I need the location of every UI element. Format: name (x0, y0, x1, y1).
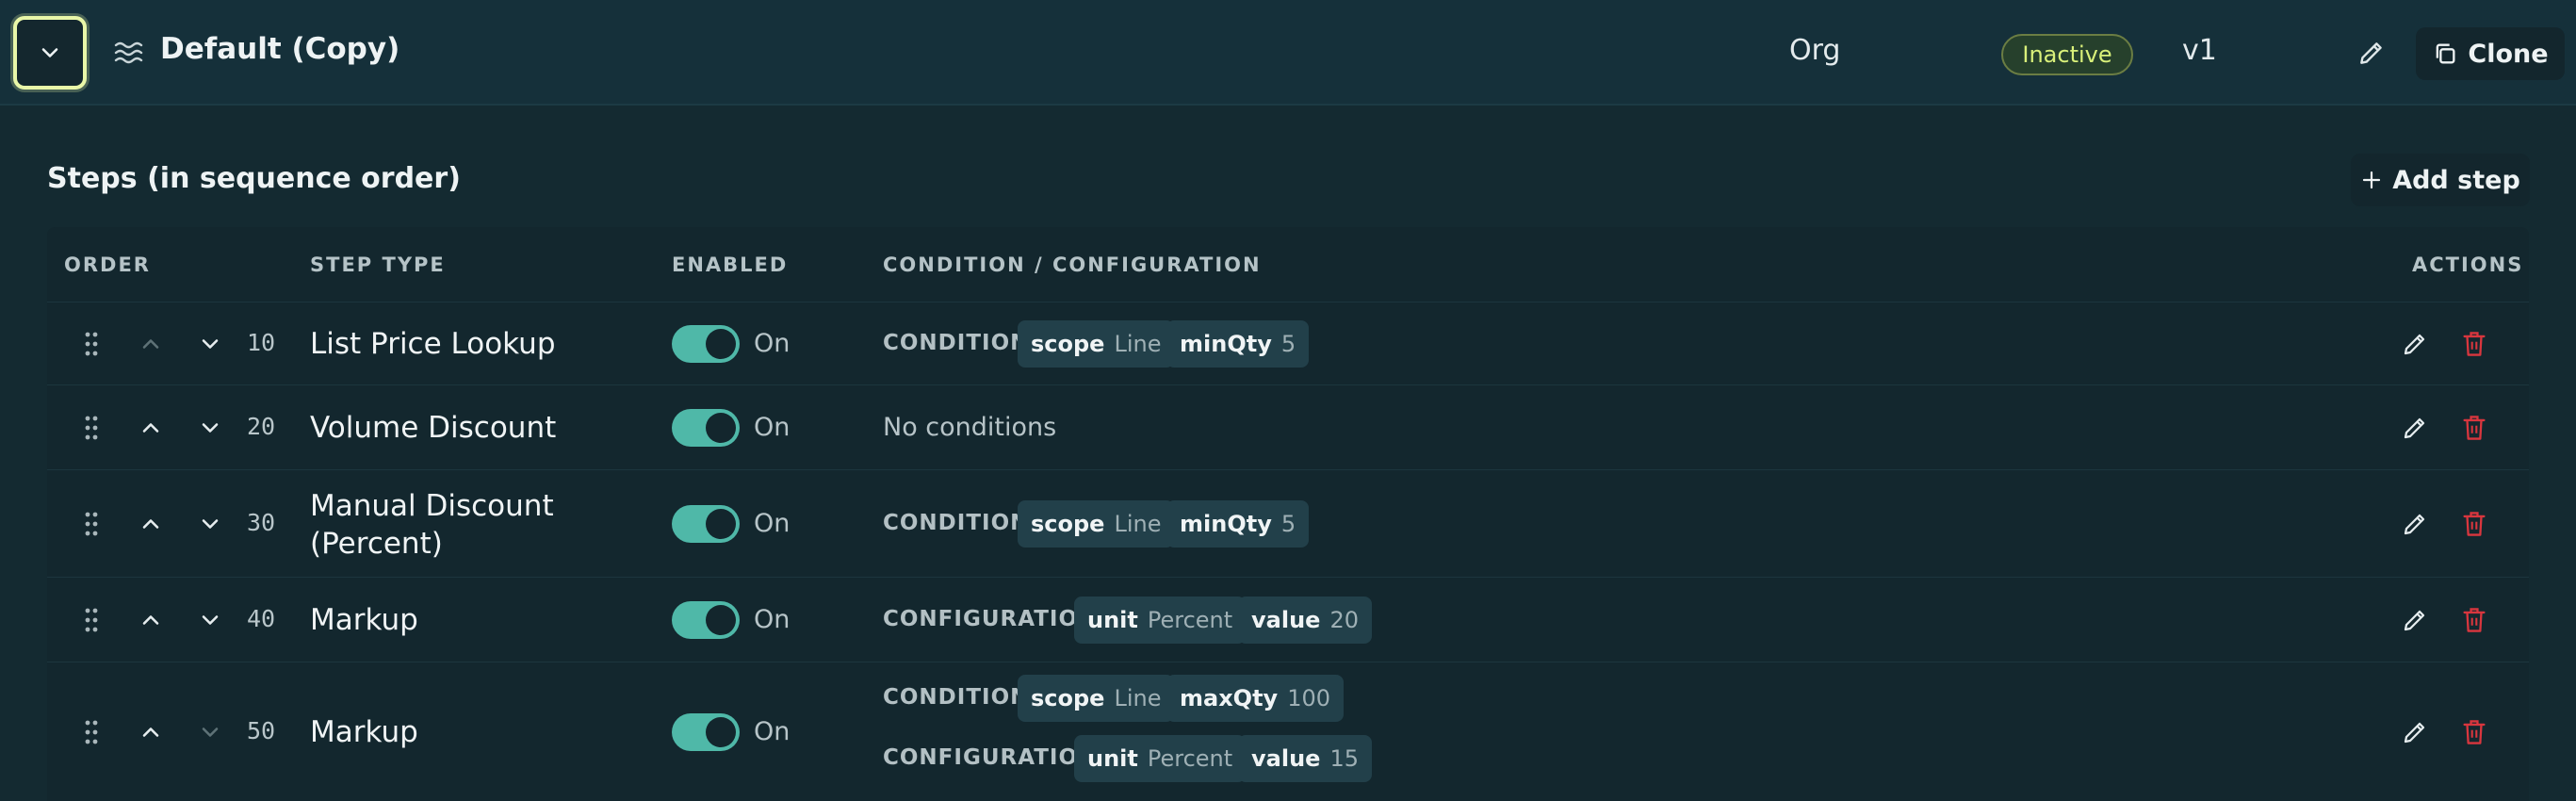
configuration-chip: value 20 (1238, 597, 1372, 644)
step-type: List Price Lookup (310, 327, 556, 361)
step-type-line: (Percent) (310, 527, 443, 561)
steps-table: ORDER STEP TYPE ENABLED CONDITION / CONF… (47, 227, 2529, 801)
enabled-toggle[interactable] (672, 325, 740, 363)
add-step-button[interactable]: Add step (2351, 154, 2530, 206)
drag-handle-icon[interactable] (81, 330, 102, 358)
move-down-icon[interactable] (197, 331, 223, 357)
enabled-label: On (754, 413, 791, 442)
copy-icon (2437, 43, 2455, 64)
enabled-label: On (754, 329, 791, 358)
enabled-toggle[interactable] (672, 409, 740, 447)
drag-handle-icon[interactable] (81, 718, 102, 746)
condition-label: CONDITION (883, 331, 1030, 355)
move-down-icon[interactable] (197, 607, 223, 633)
enabled-label: On (754, 717, 791, 746)
column-header-enabled: ENABLED (672, 253, 789, 276)
table-row: 10 List Price Lookup On CONDITION scope L… (47, 302, 2529, 384)
move-up-icon[interactable] (138, 719, 164, 745)
ruleset-header: Default (Copy) Org Inactive v1 Clone (0, 0, 2576, 106)
condition-chip: minQty 5 (1166, 320, 1310, 368)
step-type: Volume Discount (310, 411, 557, 445)
scope-label: Org (1789, 34, 1841, 67)
chevron-down-icon (41, 48, 58, 57)
move-up-icon[interactable] (138, 607, 164, 633)
column-header-actions: ACTIONS (2412, 253, 2524, 276)
move-up-icon[interactable] (138, 331, 164, 357)
table-row: 40 Markup On CONFIGURATION unit Percent v… (47, 577, 2529, 662)
edit-step-icon[interactable] (2401, 414, 2429, 442)
edit-step-icon[interactable] (2401, 510, 2429, 538)
drag-handle-icon[interactable] (81, 606, 102, 634)
move-up-icon[interactable] (138, 511, 164, 537)
enabled-label: On (754, 509, 791, 538)
table-row: 50 Markup On CONDITION scope Line maxQty 1… (47, 662, 2529, 801)
add-step-label: Add step (2392, 165, 2520, 195)
collapse-button[interactable] (13, 16, 87, 90)
no-conditions-text: No conditions (883, 413, 1057, 442)
edit-step-icon[interactable] (2401, 330, 2429, 358)
configuration-chip: unit Percent (1074, 735, 1247, 782)
move-down-icon[interactable] (197, 719, 223, 745)
configuration-label: CONFIGURATION (883, 745, 1098, 770)
edit-step-icon[interactable] (2401, 718, 2429, 746)
clone-label: Clone (2468, 39, 2549, 69)
condition-chip: minQty 5 (1166, 500, 1310, 548)
delete-step-icon[interactable] (2461, 330, 2487, 358)
version-label: v1 (2182, 34, 2217, 67)
edit-icon[interactable] (2356, 38, 2387, 68)
enabled-label: On (754, 605, 791, 634)
step-type: Markup (310, 715, 418, 749)
move-down-icon[interactable] (197, 511, 223, 537)
table-row: 20 Volume Discount On No conditions (47, 384, 2529, 469)
condition-chip: scope Line (1018, 320, 1175, 368)
plus-icon (2363, 171, 2381, 189)
section-title: Steps (in sequence order) (47, 162, 461, 195)
status-badge: Inactive (2001, 34, 2133, 75)
step-type: Markup (310, 603, 418, 637)
step-type-line: Manual Discount (310, 489, 554, 523)
delete-step-icon[interactable] (2461, 414, 2487, 442)
waves-icon (114, 41, 143, 64)
table-row: 30 Manual Discount (Percent) On CONDITIO… (47, 469, 2529, 577)
delete-step-icon[interactable] (2461, 510, 2487, 538)
drag-handle-icon[interactable] (81, 414, 102, 442)
configuration-label: CONFIGURATION (883, 607, 1098, 631)
condition-chip: scope Line (1018, 500, 1175, 548)
drag-handle-icon[interactable] (81, 510, 102, 538)
ruleset-title: Default (Copy) (160, 32, 400, 66)
step-type: Manual Discount (Percent) (310, 487, 621, 563)
enabled-toggle[interactable] (672, 505, 740, 543)
move-down-icon[interactable] (197, 415, 223, 441)
delete-step-icon[interactable] (2461, 718, 2487, 746)
enabled-toggle[interactable] (672, 713, 740, 751)
condition-chip: scope Line (1018, 675, 1175, 722)
condition-label: CONDITION (883, 685, 1030, 710)
column-header-condition: CONDITION / CONFIGURATION (883, 253, 1262, 276)
column-header-step-type: STEP TYPE (310, 253, 446, 276)
move-up-icon[interactable] (138, 415, 164, 441)
condition-chip: maxQty 100 (1166, 675, 1345, 722)
enabled-toggle[interactable] (672, 601, 740, 639)
column-header-order: ORDER (64, 253, 151, 276)
edit-step-icon[interactable] (2401, 606, 2429, 634)
condition-label: CONDITION (883, 511, 1030, 535)
configuration-chip: unit Percent (1074, 597, 1247, 644)
configuration-chip: value 15 (1238, 735, 1372, 782)
delete-step-icon[interactable] (2461, 606, 2487, 634)
clone-button[interactable]: Clone (2416, 27, 2565, 80)
